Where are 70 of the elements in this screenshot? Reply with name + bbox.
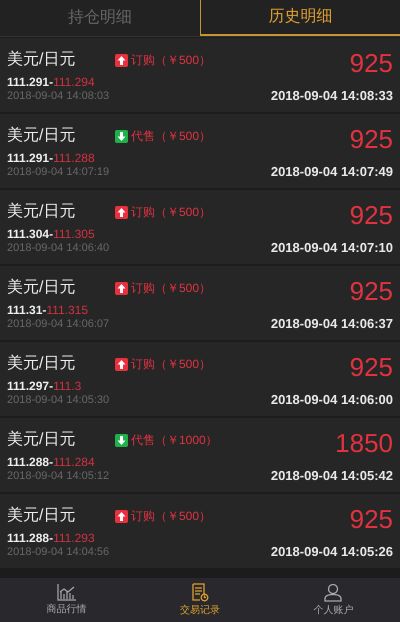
- order-info: 订购（￥500）: [131, 204, 212, 221]
- open-price: 111.304: [7, 227, 50, 241]
- price-separator: -: [49, 455, 54, 469]
- open-price: 111.291: [7, 151, 50, 165]
- order-info: 订购（￥500）: [131, 52, 212, 69]
- nav-item[interactable]: 商品行情: [0, 578, 134, 622]
- profit-amount: 925: [350, 48, 393, 78]
- currency-pair: 美元/日元: [7, 278, 76, 298]
- open-price: 111.288: [7, 455, 50, 469]
- trade-record-card[interactable]: 美元/日元 订购（￥500） 111.297-111.3 2018-09-04 14:05:30 925 2018-09-04 14:06:00: [0, 342, 400, 416]
- trade-record-card[interactable]: 美元/日元 订购（￥500） 111.304-111.305 2018-09-04 14:06:40 925 2018-09-04 14:07:10: [0, 190, 400, 264]
- currency-pair: 美元/日元: [7, 126, 76, 146]
- close-time: 2018-09-04 14:07:10: [270, 239, 393, 257]
- profit-amount: 925: [350, 200, 393, 230]
- price-separator: -: [49, 379, 54, 393]
- close-price: 111.288: [53, 151, 95, 165]
- document-clock-icon: [190, 582, 209, 602]
- price-separator: -: [49, 75, 54, 89]
- close-time: 2018-09-04 14:08:33: [270, 87, 393, 105]
- open-time: 2018-09-04 14:06:40: [7, 241, 110, 255]
- close-time: 2018-09-04 14:05:42: [270, 467, 393, 485]
- trade-record-card[interactable]: 美元/日元 订购（￥500） 111.288-111.293 2018-09-04 14:04:56 925 2018-09-04 14:05:26: [0, 494, 400, 568]
- close-time: 2018-09-04 14:06:00: [270, 391, 393, 409]
- close-price: 111.293: [53, 531, 95, 545]
- open-time: 2018-09-04 14:06:07: [7, 317, 110, 331]
- open-price: 111.297: [7, 379, 50, 393]
- currency-pair: 美元/日元: [7, 202, 76, 222]
- tab[interactable]: 历史明细: [200, 0, 400, 36]
- profit-amount: 925: [350, 124, 393, 154]
- order-info: 订购（￥500）: [131, 508, 212, 525]
- trade-record-card[interactable]: 美元/日元 代售（￥1000） 111.288-111.284 2018-09-04 14:05:12 1850 2018-09-04 14:05:42: [0, 418, 400, 492]
- nav-item[interactable]: 交易记录: [133, 578, 267, 622]
- price-separator: -: [49, 151, 54, 165]
- profit-amount: 1850: [335, 428, 393, 458]
- user-icon: [324, 582, 342, 602]
- close-price: 111.3: [53, 379, 82, 393]
- trade-record-card[interactable]: 美元/日元 订购（￥500） 111.291-111.294 2018-09-04 14:08:03 925 2018-09-04 14:08:33: [0, 38, 400, 112]
- currency-pair: 美元/日元: [7, 50, 76, 70]
- nav-item[interactable]: 个人账户: [266, 578, 400, 622]
- close-price: 111.315: [46, 303, 88, 317]
- currency-pair: 美元/日元: [7, 430, 76, 450]
- open-time: 2018-09-04 14:07:19: [7, 165, 110, 179]
- close-price: 111.294: [53, 75, 95, 89]
- trade-record-card[interactable]: 美元/日元 代售（￥500） 111.291-111.288 2018-09-04 14:07:19 925 2018-09-04 14:07:49: [0, 114, 400, 188]
- open-price: 111.31: [7, 303, 42, 317]
- order-info: 代售（￥500）: [131, 128, 212, 145]
- open-time: 2018-09-04 14:08:03: [7, 89, 110, 103]
- profit-amount: 925: [350, 504, 393, 534]
- open-time: 2018-09-04 14:04:56: [7, 545, 110, 559]
- price-separator: -: [42, 303, 46, 317]
- close-time: 2018-09-04 14:05:26: [270, 543, 393, 561]
- currency-pair: 美元/日元: [7, 506, 76, 526]
- currency-pair: 美元/日元: [7, 354, 76, 374]
- open-price: 111.291: [7, 75, 50, 89]
- close-time: 2018-09-04 14:06:37: [270, 315, 393, 333]
- open-time: 2018-09-04 14:05:12: [7, 469, 110, 483]
- open-price: 111.288: [7, 531, 50, 545]
- bar-chart-icon: [56, 583, 77, 601]
- price-separator: -: [49, 531, 54, 545]
- close-time: 2018-09-04 14:07:49: [270, 163, 393, 181]
- price-separator: -: [49, 227, 54, 241]
- open-time: 2018-09-04 14:05:30: [7, 393, 110, 407]
- profit-amount: 925: [350, 352, 393, 382]
- profit-amount: 925: [350, 276, 393, 306]
- order-info: 订购（￥500）: [131, 356, 212, 373]
- order-info: 代售（￥1000）: [131, 432, 218, 449]
- close-price: 111.284: [53, 455, 95, 469]
- order-info: 订购（￥500）: [131, 280, 212, 297]
- close-price: 111.305: [53, 227, 95, 241]
- trade-record-card[interactable]: 美元/日元 订购（￥500） 111.31-111.315 2018-09-04 14:06:07 925 2018-09-04 14:06:37: [0, 266, 400, 340]
